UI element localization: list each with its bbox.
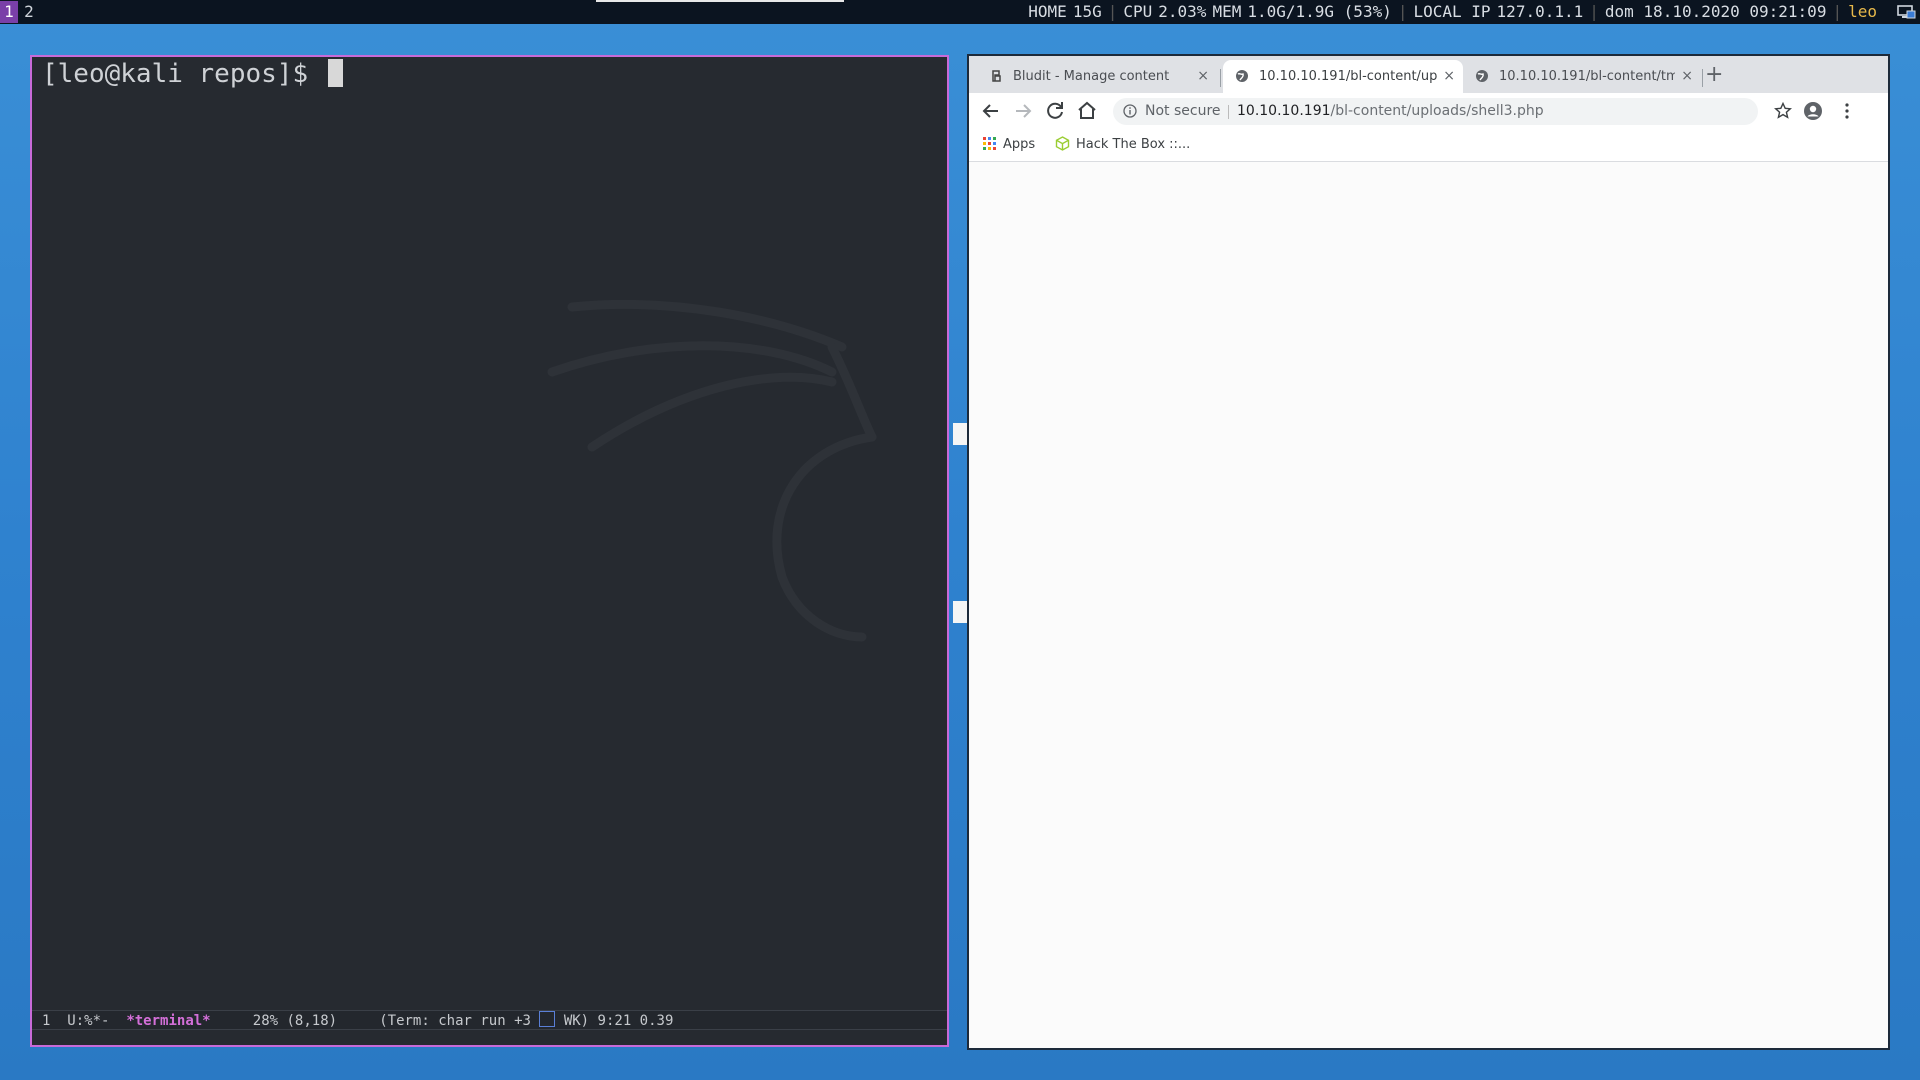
- bookmarks-bar: Apps Hack The Box ::...: [969, 129, 1888, 162]
- bookmark-hack-the-box[interactable]: Hack The Box ::...: [1055, 129, 1190, 161]
- tab-divider: [1702, 69, 1703, 87]
- datetime: dom 18.10.2020 09:21:09: [1604, 2, 1827, 21]
- new-tab-button[interactable]: +: [1705, 58, 1723, 91]
- tab-shell3-active[interactable]: 10.10.10.191/bl-content/up ×: [1223, 60, 1463, 93]
- globe-icon: [1236, 70, 1248, 82]
- system-stats: HOME 15G | CPU 2.03% MEM 1.0G/1.9G (53%) | LOCAL…: [1025, 0, 1880, 24]
- account-icon[interactable]: [1803, 101, 1823, 121]
- tab-title: Bludit - Manage content: [1013, 69, 1170, 84]
- workspace-1-button[interactable]: 1: [0, 1, 18, 23]
- prompt-text: [leo@kali repos]$: [42, 59, 309, 89]
- page-content[interactable]: [969, 162, 1888, 1048]
- tab-bludit-manage-content[interactable]: Bludit - Manage content ×: [977, 60, 1217, 93]
- not-secure-label[interactable]: Not secure: [1145, 98, 1221, 125]
- bookmark-label: Hack The Box ::...: [1076, 137, 1191, 152]
- close-tab-icon[interactable]: ×: [1681, 60, 1693, 93]
- terminal-window[interactable]: [leo@kali repos]$ 1 U:%*- *terminal* 28%…: [30, 55, 949, 1047]
- ip-label: LOCAL IP: [1413, 2, 1491, 21]
- kali-dragon-icon: [547, 299, 877, 642]
- htb-cube-icon: [1055, 136, 1070, 151]
- more-menu-icon[interactable]: [1837, 101, 1857, 121]
- tab-title: 10.10.10.191/bl-content/up: [1259, 69, 1437, 84]
- bookmark-label: Apps: [1003, 137, 1036, 152]
- apps-grid-icon: [983, 137, 996, 150]
- tab-bl-content-tmp[interactable]: 10.10.10.191/bl-content/tm ×: [1463, 60, 1701, 93]
- username: leo: [1848, 2, 1877, 21]
- network-icon[interactable]: [1896, 3, 1916, 21]
- url-text[interactable]: 10.10.10.191/bl-content/uploads/shell3.p…: [1237, 98, 1544, 125]
- bookmark-star-icon[interactable]: [1774, 102, 1792, 120]
- workspace-2-button[interactable]: 2: [20, 1, 38, 23]
- tab-strip: Bludit - Manage content × 10.10.10.191/b…: [969, 56, 1888, 93]
- tab-divider: [1220, 69, 1221, 87]
- divider: |: [1397, 2, 1408, 21]
- divider: |: [1832, 2, 1843, 21]
- which-key-icon: [539, 1011, 556, 1027]
- mem-label: MEM: [1212, 2, 1242, 21]
- mode-line-misc: WK) 9:21 0.39: [563, 1013, 674, 1029]
- back-arrow-icon[interactable]: [979, 99, 1003, 123]
- divider: |: [1589, 2, 1599, 21]
- emacs-mode-line: 1 U:%*- *terminal* 28% (8,18) (Term: cha…: [32, 1010, 947, 1030]
- forward-arrow-icon[interactable]: [1011, 99, 1035, 123]
- resize-handle-top[interactable]: [953, 423, 967, 445]
- divider: |: [1107, 2, 1118, 21]
- window-number: 1: [42, 1013, 51, 1029]
- info-icon[interactable]: [1123, 104, 1137, 118]
- close-tab-icon[interactable]: ×: [1197, 60, 1209, 93]
- tab-title: 10.10.10.191/bl-content/tm: [1499, 69, 1675, 84]
- divider: [1228, 105, 1229, 119]
- buffer-name[interactable]: *terminal*: [126, 1013, 210, 1029]
- window-title-indicator: [596, 0, 844, 2]
- browser-toolbar: Not secure 10.10.10.191/bl-content/uploa…: [969, 93, 1888, 129]
- url-host: 10.10.10.191: [1237, 103, 1331, 119]
- resize-handle-bottom[interactable]: [953, 601, 967, 623]
- top-status-bar: 1 2 HOME 15G | CPU 2.03% MEM 1.0G/1.9G (53%) | L…: [0, 0, 1920, 24]
- home-icon[interactable]: [1075, 99, 1099, 123]
- cpu-value: 2.03%: [1158, 2, 1207, 21]
- buffer-state: U:%*-: [67, 1013, 110, 1029]
- shell-prompt[interactable]: [leo@kali repos]$: [42, 59, 343, 89]
- close-tab-icon[interactable]: ×: [1443, 60, 1455, 93]
- browser-window: Bludit - Manage content × 10.10.10.191/b…: [967, 54, 1890, 1050]
- cpu-label: CPU: [1123, 2, 1153, 21]
- text-cursor: [327, 59, 343, 87]
- globe-icon: [1476, 70, 1488, 82]
- bludit-icon: [992, 70, 1001, 82]
- major-mode[interactable]: (Term: char run +3: [379, 1013, 531, 1029]
- cursor-position: 28% (8,18): [252, 1013, 338, 1029]
- reload-icon[interactable]: [1043, 99, 1067, 123]
- ip-value: 127.0.1.1: [1496, 2, 1584, 21]
- address-bar[interactable]: Not secure 10.10.10.191/bl-content/uploa…: [1113, 98, 1758, 125]
- url-path: /bl-content/uploads/shell3.php: [1330, 103, 1544, 119]
- bookmark-apps[interactable]: Apps: [983, 129, 1035, 161]
- mem-value: 1.0G/1.9G (53%): [1247, 2, 1392, 21]
- home-label: HOME: [1028, 2, 1067, 21]
- home-value: 15G: [1072, 2, 1102, 21]
